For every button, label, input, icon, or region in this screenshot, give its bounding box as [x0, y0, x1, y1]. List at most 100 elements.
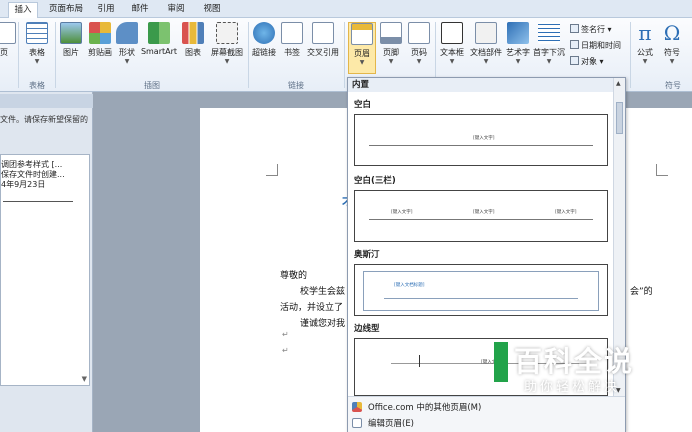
scroll-up-icon[interactable]: ▲ [616, 80, 621, 87]
gallery-section-title: 内置 [348, 78, 613, 92]
datetime-button[interactable]: 日期和时间 [570, 40, 621, 51]
doc-line: 尊敬的 [280, 271, 308, 281]
crop-mark [266, 164, 278, 176]
screenshot-icon [216, 22, 238, 44]
nav-pane-note: 文件。请保存新望保留的 [0, 115, 88, 124]
shapes-button[interactable]: 形状 ▼ [116, 22, 138, 74]
header-template-austin[interactable]: [键入文档标题] [354, 264, 608, 316]
header-icon [351, 23, 373, 45]
shapes-icon [116, 22, 138, 44]
smartart-button[interactable]: SmartArt [140, 22, 178, 74]
scroll-thumb[interactable] [616, 102, 623, 134]
template-rule [369, 219, 593, 220]
equation-button[interactable]: π 公式 ▼ [633, 22, 657, 74]
clipart-button[interactable]: 剪贴画 [86, 22, 114, 74]
clipart-icon [89, 22, 111, 44]
chart-icon [182, 22, 204, 44]
tab-review[interactable]: 审阅 [164, 2, 188, 18]
signature-line-button[interactable]: 签名行 ▾ [570, 24, 612, 35]
dropcap-button[interactable]: 首字下沉 ▼ [532, 22, 566, 74]
divider [344, 22, 345, 88]
watermark-logo-icon [494, 342, 508, 382]
dropdown-arrow-icon: ▼ [416, 58, 422, 65]
doc-line: 会”的 [630, 287, 653, 297]
nav-list[interactable]: 调团参考样式 [... 保存文件时创建... 4年9月23日 ▼ [0, 154, 90, 386]
dropdown-arrow-icon: ▼ [359, 59, 365, 66]
calendar-icon [570, 40, 579, 49]
dropdown-arrow-icon: ▼ [449, 58, 455, 65]
signature-icon [570, 24, 579, 33]
screenshot-button[interactable]: 屏幕截图 ▼ [207, 22, 247, 74]
page-button[interactable]: 页 [0, 22, 16, 74]
table-button[interactable]: 表格 ▼ [24, 22, 50, 74]
page-number-icon [408, 22, 430, 44]
crossref-button[interactable]: 交叉引用 [305, 22, 341, 74]
template-rule [384, 298, 578, 299]
omega-icon: Ω [663, 21, 681, 45]
header-template-blank-three-column[interactable]: [键入文字] [键入文字] [键入文字] [354, 190, 608, 242]
quickparts-button[interactable]: 文档部件 ▼ [468, 22, 504, 74]
edit-header-menu-item[interactable]: 编辑页眉(E) [352, 417, 414, 429]
dropdown-arrow-icon: ▼ [124, 58, 130, 65]
office-icon [352, 402, 362, 412]
crop-mark [656, 164, 668, 176]
group-label-illustrations: 插图 [144, 81, 160, 90]
doc-line: 谨诚您对我 [300, 319, 346, 329]
page-number-button[interactable]: 页码 ▼ [406, 22, 432, 74]
paragraph-mark: ↵ [282, 330, 289, 339]
header-button[interactable]: 页眉 ▼ [348, 22, 376, 74]
dropdown-arrow-icon: ▼ [224, 58, 230, 65]
divider [55, 22, 56, 88]
bookmark-icon [281, 22, 303, 44]
group-label-links: 链接 [288, 81, 304, 90]
crossref-icon [312, 22, 334, 44]
dropdown-arrow-icon: ▼ [34, 58, 40, 65]
dropdown-arrow-icon: ▼ [483, 58, 489, 65]
divider [630, 22, 631, 88]
pi-icon: π [638, 21, 652, 45]
doc-line: 活动，并设立了 [280, 303, 344, 313]
edit-header-icon [352, 418, 362, 428]
ribbon-tab-bar: 插入 页面布局 引用 邮件 审阅 视图 [0, 0, 692, 18]
picture-button[interactable]: 图片 [58, 22, 84, 74]
page-icon [0, 22, 16, 44]
tab-insert[interactable]: 插入 [8, 2, 38, 18]
divider [3, 201, 73, 202]
dropdown-arrow-icon: ▼ [388, 58, 394, 65]
tab-references[interactable]: 引用 [94, 2, 118, 18]
hyperlink-button[interactable]: 超链接 [250, 22, 278, 74]
picture-icon [60, 22, 82, 44]
scroll-down-icon[interactable]: ▼ [82, 375, 87, 383]
header-template-blank[interactable]: [键入文字] [354, 114, 608, 166]
footer-icon [380, 22, 402, 44]
wordart-button[interactable]: 艺术字 ▼ [505, 22, 531, 74]
globe-icon [253, 22, 275, 44]
footer-button[interactable]: 页脚 ▼ [378, 22, 404, 74]
symbol-button[interactable]: Ω 符号 ▼ [660, 22, 684, 74]
template-placeholder: [键入文字] [473, 136, 495, 141]
tab-view[interactable]: 视图 [200, 2, 224, 18]
chart-button[interactable]: 图表 [180, 22, 206, 74]
object-button[interactable]: 对象 ▾ [570, 56, 604, 67]
dropdown-arrow-icon: ▼ [546, 58, 552, 65]
tab-mailings[interactable]: 邮件 [128, 2, 152, 18]
template-placeholder: [键入文字] [473, 210, 495, 215]
group-label-symbols: 符号 [665, 81, 681, 90]
tab-page-layout[interactable]: 页面布局 [46, 2, 86, 18]
doc-line: 校学生会兹 [300, 287, 346, 297]
watermark-title: 百科全说 [514, 345, 635, 378]
template-rule [369, 145, 593, 146]
more-headers-menu-item[interactable]: Office.com 中的其他页眉(M) [352, 401, 481, 413]
divider [18, 22, 19, 88]
template-placeholder: [键入文字] [391, 210, 413, 215]
dropdown-arrow-icon: ▼ [642, 58, 648, 65]
navigation-pane: 文件。请保存新望保留的 调团参考样式 [... 保存文件时创建... 4年9月2… [0, 92, 93, 432]
bookmark-button[interactable]: 书签 [280, 22, 304, 74]
paragraph-mark: ↵ [282, 346, 289, 355]
template-name: 奥斯汀 [354, 250, 380, 260]
list-item[interactable]: 4年9月23日 [1, 179, 45, 190]
table-icon [26, 22, 48, 44]
textbox-button[interactable]: 文本框 ▼ [438, 22, 466, 74]
text-cursor [419, 355, 420, 367]
watermark: 百科全说 助你轻松解决 [494, 330, 692, 410]
